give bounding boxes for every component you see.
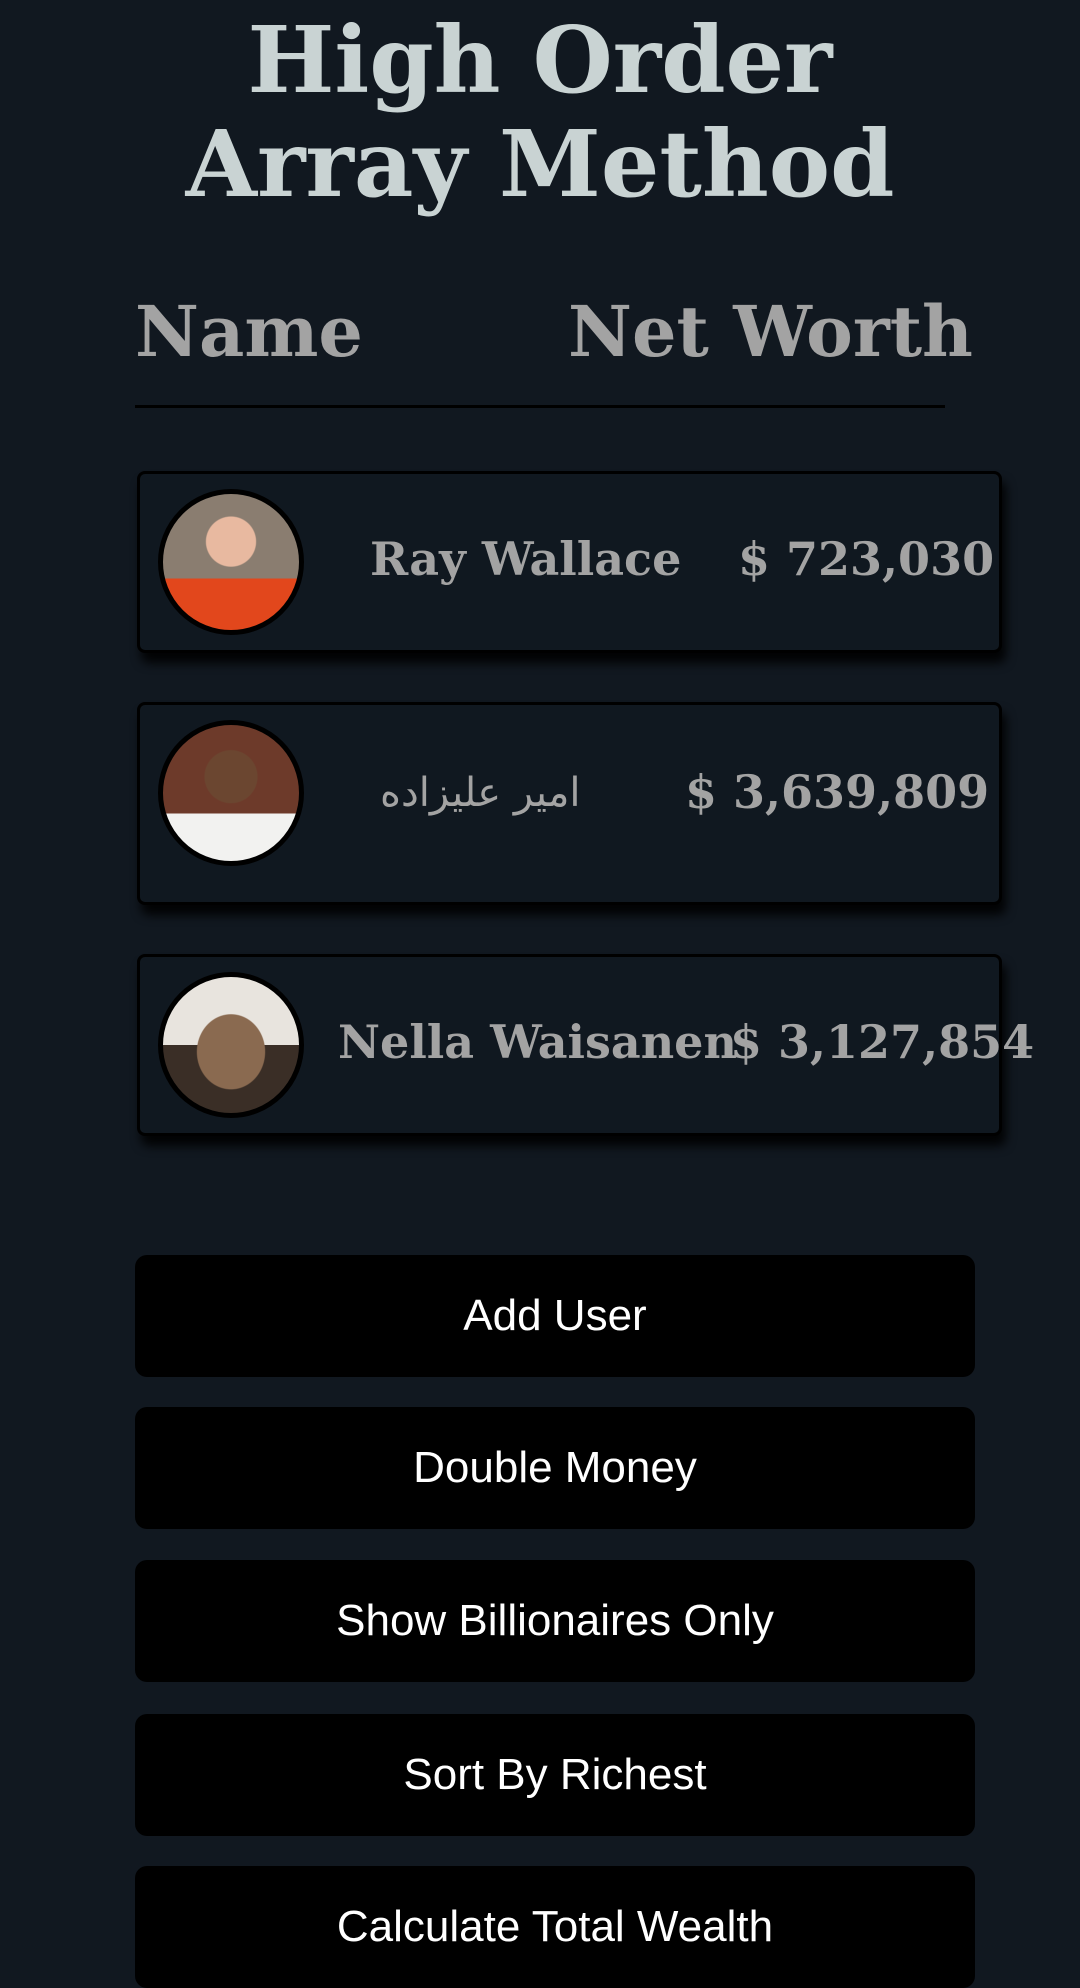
name-header: Name [135,290,363,373]
user-card: Ray Wallace $ 723,030 [137,471,1002,653]
user-net-worth: $ 3,127,854 [730,1015,1035,1069]
show-billionaires-button[interactable]: Show Billionaires Only [135,1560,975,1682]
header-divider [135,405,945,408]
user-name: Ray Wallace [370,532,682,586]
avatar [158,489,304,635]
user-name: امیر علیزاده [380,770,581,816]
sort-by-richest-button[interactable]: Sort By Richest [135,1714,975,1836]
avatar [158,720,304,866]
user-net-worth: $ 3,639,809 [685,765,990,819]
avatar [158,972,304,1118]
user-name: Nella Waisanen [338,1015,737,1069]
user-card: امیر علیزاده $ 3,639,809 [137,702,1002,905]
page-title: High Order Array Method [185,6,895,218]
net-worth-header: Net Worth [568,290,973,373]
user-card: Nella Waisanen $ 3,127,854 [137,954,1034,1136]
calculate-total-wealth-button[interactable]: Calculate Total Wealth [135,1866,975,1988]
double-money-button[interactable]: Double Money [135,1407,975,1529]
add-user-button[interactable]: Add User [135,1255,975,1377]
user-net-worth: $ 723,030 [738,532,995,586]
